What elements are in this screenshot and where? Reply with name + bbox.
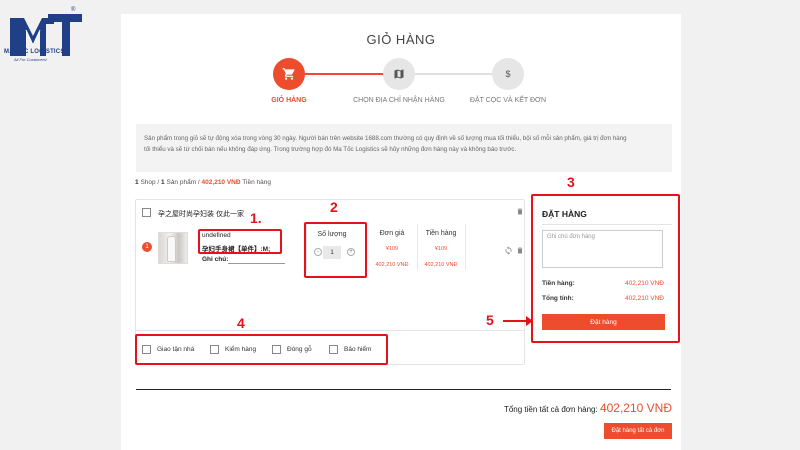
- product-thumbnail[interactable]: [158, 232, 188, 264]
- quantity-decrease-button[interactable]: -: [314, 248, 322, 256]
- order-total-row: Tổng tính: 402,210 VNĐ: [542, 295, 664, 302]
- step-label-cart: GIỎ HÀNG: [271, 97, 307, 104]
- cart-icon: [282, 68, 295, 80]
- annotation-label-3: 3: [567, 174, 575, 190]
- service-insurance[interactable]: Bảo hiểm: [329, 345, 371, 354]
- item-divider: [306, 224, 307, 270]
- home-delivery-checkbox[interactable]: [142, 345, 151, 354]
- grand-total-value: 402,210 VNĐ: [599, 401, 672, 415]
- page-title: GIỎ HÀNG: [366, 32, 436, 47]
- order-all-button[interactable]: Đặt hàng tất cả đơn: [604, 423, 672, 439]
- map-icon: [394, 69, 404, 79]
- annotation-label-5: 5: [486, 312, 494, 328]
- brand-name: MA TOC LOGISTICS: [4, 49, 65, 55]
- shop-cart-box: [135, 199, 525, 365]
- service-wooden-crate[interactable]: Đóng gỗ: [272, 345, 312, 354]
- annotation-label-2: 2: [330, 199, 338, 215]
- summary-shop-count: 1: [135, 179, 139, 186]
- note-label: Ghi chú:: [202, 256, 229, 263]
- service-label: Đóng gỗ: [287, 346, 312, 354]
- inspection-checkbox[interactable]: [210, 345, 219, 354]
- shop-name: 孕之屋时尚孕妇装 仅此一家: [158, 211, 244, 218]
- notice-line-2: tối thiểu và sẽ từ chối bán nếu không đá…: [144, 146, 517, 153]
- summary-shop-label: Shop /: [140, 179, 160, 186]
- item-divider: [465, 224, 466, 270]
- order-goods-row: Tiền hàng: 402,210 VNĐ: [542, 280, 664, 287]
- place-order-button[interactable]: Đặt hàng: [542, 314, 665, 330]
- unit-price-header: Đơn giá: [379, 230, 405, 237]
- summary-amount: 402,210 VNĐ: [201, 179, 241, 186]
- step-label-deposit: ĐẶT CỌC VÀ KẾT ĐƠN: [469, 97, 547, 104]
- svg-text:$: $: [505, 69, 510, 79]
- cart-notice: Sản phẩm trong giỏ sẽ tự động xóa trong …: [136, 124, 672, 172]
- wooden-crate-checkbox[interactable]: [272, 345, 281, 354]
- step-label-address: CHỌN ĐỊA CHỈ NHẬN HÀNG: [353, 97, 445, 104]
- step-address[interactable]: [383, 58, 415, 90]
- grand-total: Tổng tiền tất cả đơn hàng: 402,210 VNĐ: [504, 401, 672, 415]
- summary-amount-label: Tiền hàng: [242, 179, 271, 186]
- dollar-icon: $: [505, 69, 510, 79]
- amount-header: Tiền hàng: [425, 230, 457, 237]
- grand-total-divider: [136, 389, 671, 390]
- step-deposit[interactable]: $: [492, 58, 524, 90]
- service-inspection[interactable]: Kiểm hàng: [210, 345, 256, 354]
- quantity-increase-button[interactable]: +: [347, 248, 355, 256]
- cart-summary: 1 Shop / 1 Sản phẩm / 402,210 VNĐ Tiền h…: [135, 179, 271, 186]
- quantity-header: Số lượng: [317, 231, 347, 238]
- brand-tagline: All For Customers!: [14, 57, 48, 62]
- shop-checkbox[interactable]: [142, 208, 151, 217]
- amount-vnd: 402,210 VNĐ: [424, 262, 458, 268]
- service-label: Bảo hiểm: [344, 346, 372, 354]
- trash-icon[interactable]: [516, 246, 524, 255]
- cart-box-divider: [136, 330, 524, 331]
- amount-cny: ¥109: [434, 246, 448, 252]
- notice-line-1: Sản phẩm trong giỏ sẽ tự động xóa trong …: [144, 135, 627, 142]
- service-label: Giao tận nhà: [157, 346, 195, 354]
- summary-product-label: Sản phẩm /: [166, 179, 200, 186]
- summary-product-count: 1: [161, 179, 165, 186]
- service-label: Kiểm hàng: [225, 346, 257, 354]
- item-divider: [366, 224, 367, 270]
- annotation-label-4: 4: [237, 315, 245, 331]
- trash-icon[interactable]: [516, 207, 524, 216]
- service-home-delivery[interactable]: Giao tận nhà: [142, 345, 194, 354]
- item-index-badge: 1: [142, 242, 152, 252]
- refresh-icon[interactable]: [504, 246, 513, 255]
- unit-price-cny: ¥109: [385, 246, 399, 252]
- order-panel: ĐẶT HÀNG Tiền hàng: 402,210 VNĐ Tổng tín…: [534, 197, 676, 340]
- order-panel-divider: [542, 224, 672, 225]
- annotation-arrow: [503, 316, 533, 326]
- product-variant: 孕妇手身裙【单件】:M;: [202, 246, 271, 253]
- order-panel-title: ĐẶT HÀNG: [542, 209, 587, 219]
- order-note-input[interactable]: [542, 230, 663, 268]
- order-total-label: Tổng tính:: [542, 295, 574, 302]
- order-total-value: 402,210 VNĐ: [624, 295, 664, 302]
- order-goods-value: 402,210 VNĐ: [624, 280, 664, 287]
- insurance-checkbox[interactable]: [329, 345, 338, 354]
- product-name[interactable]: undefined: [202, 232, 231, 239]
- registered-mark: ®: [71, 7, 76, 13]
- annotation-label-1: 1.: [250, 210, 262, 226]
- step-cart[interactable]: [273, 58, 305, 90]
- grand-total-label: Tổng tiền tất cả đơn hàng:: [503, 405, 598, 414]
- unit-price-vnd: 402,210 VNĐ: [375, 262, 409, 268]
- quantity-value[interactable]: 1: [323, 246, 341, 259]
- order-goods-label: Tiền hàng:: [542, 280, 575, 287]
- item-note-input[interactable]: [228, 263, 285, 264]
